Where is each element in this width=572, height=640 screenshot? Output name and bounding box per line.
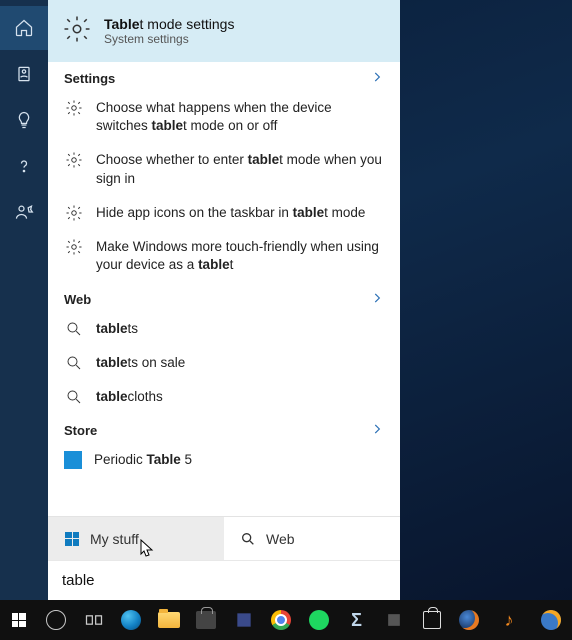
taskbar-store[interactable] — [188, 600, 226, 640]
taskbar-app[interactable] — [225, 600, 263, 640]
sidebar-notebook[interactable] — [0, 52, 48, 96]
web-result[interactable]: tablecloths — [48, 380, 400, 414]
taskview-button[interactable] — [75, 600, 113, 640]
taskbar-shopping[interactable] — [413, 600, 451, 640]
gear-icon — [62, 14, 92, 49]
scope-tabs: My stuff Web — [48, 516, 400, 560]
search-input[interactable] — [62, 572, 386, 589]
gear-icon — [64, 99, 84, 117]
section-settings[interactable]: Settings — [48, 62, 400, 91]
search-box[interactable] — [48, 560, 400, 600]
settings-result[interactable]: Choose whether to enter tablet mode when… — [48, 143, 400, 195]
store-app-icon — [64, 451, 82, 469]
cortana-button[interactable] — [38, 600, 76, 640]
tab-web[interactable]: Web — [224, 517, 400, 560]
taskbar-edge[interactable] — [113, 600, 151, 640]
search-icon — [240, 531, 256, 547]
settings-result[interactable]: Hide app icons on the taskbar in tablet … — [48, 196, 400, 230]
best-match-result[interactable]: Tablet mode settings System settings — [48, 0, 400, 62]
search-icon — [64, 320, 84, 338]
settings-result[interactable]: Choose what happens when the device swit… — [48, 91, 400, 143]
taskbar-firefox[interactable] — [450, 600, 488, 640]
sidebar-feedback[interactable] — [0, 190, 48, 234]
sidebar-help[interactable] — [0, 144, 48, 188]
chevron-right-icon — [370, 422, 384, 439]
section-store[interactable]: Store — [48, 414, 400, 443]
tray-snagit[interactable] — [530, 600, 572, 640]
section-web[interactable]: Web — [48, 283, 400, 312]
web-result[interactable]: tablets — [48, 312, 400, 346]
gear-icon — [64, 204, 84, 222]
taskbar-sigma[interactable]: Σ — [338, 600, 376, 640]
windows-icon — [64, 531, 80, 547]
chevron-right-icon — [370, 291, 384, 308]
taskbar-spotify[interactable] — [300, 600, 338, 640]
sidebar-home[interactable] — [0, 6, 48, 50]
cursor-icon — [140, 539, 154, 559]
cortana-sidebar — [0, 0, 48, 600]
start-button[interactable] — [0, 600, 38, 640]
taskbar-explorer[interactable] — [150, 600, 188, 640]
web-result[interactable]: tablets on sale — [48, 346, 400, 380]
tab-my-stuff[interactable]: My stuff — [48, 517, 224, 560]
sidebar-insights[interactable] — [0, 98, 48, 142]
settings-result[interactable]: Make Windows more touch-friendly when us… — [48, 230, 400, 282]
gear-icon — [64, 151, 84, 169]
store-result[interactable]: Periodic Table 5 — [48, 443, 400, 477]
search-results-panel: Tablet mode settings System settings Set… — [48, 0, 400, 600]
chevron-right-icon — [370, 70, 384, 87]
taskbar: Σ ♪ — [0, 600, 572, 640]
best-match-text: Tablet mode settings System settings — [104, 16, 234, 46]
gear-icon — [64, 238, 84, 256]
tray-music[interactable]: ♪ — [488, 600, 530, 640]
taskbar-app2[interactable] — [375, 600, 413, 640]
taskbar-chrome[interactable] — [263, 600, 301, 640]
search-icon — [64, 354, 84, 372]
search-icon — [64, 388, 84, 406]
